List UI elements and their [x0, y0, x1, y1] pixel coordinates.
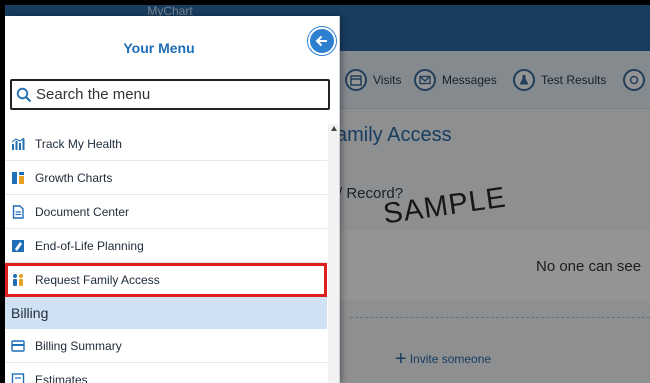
page-heading: amily Access [336, 124, 452, 146]
envelope-icon [414, 69, 436, 91]
flask-icon [513, 69, 535, 91]
growth-chart-icon [11, 171, 25, 185]
chart-icon [11, 137, 25, 151]
search-input[interactable] [36, 86, 326, 103]
menu-item-request-family-access[interactable]: Request Family Access [5, 263, 327, 297]
card-text: No one can see [536, 258, 642, 275]
nav-medications-button[interactable] [623, 65, 650, 95]
pill-icon [623, 69, 645, 91]
plus-icon: + [395, 348, 407, 370]
invite-someone-label: Invite someone [409, 352, 492, 366]
invite-someone-link[interactable]: + Invite someone [395, 348, 492, 370]
planning-icon [11, 239, 25, 253]
search-box[interactable] [10, 79, 330, 110]
menu-item-estimates[interactable]: Estimates [5, 363, 327, 383]
menu-list: Track My Health Growth Charts Document C… [5, 127, 327, 383]
menu-item-label: Estimates [35, 372, 88, 383]
close-menu-button[interactable] [308, 27, 336, 55]
menu-item-label: Billing Summary [35, 338, 122, 353]
menu-scrollbar[interactable] [328, 124, 339, 383]
arrow-left-icon [315, 35, 327, 47]
menu-item-billing-summary[interactable]: Billing Summary [5, 329, 327, 363]
search-icon [16, 87, 32, 102]
nav-test-results-button[interactable]: Test Results [513, 65, 606, 95]
billing-icon [11, 339, 25, 353]
menu-item-label: Document Center [35, 204, 130, 219]
side-menu: Your Menu Track My Health Growth Charts [5, 16, 340, 383]
menu-item-end-of-life-planning[interactable]: End-of-Life Planning [5, 229, 327, 263]
menu-item-track-my-health[interactable]: Track My Health [5, 127, 327, 161]
estimates-icon [11, 372, 25, 383]
family-icon [11, 273, 25, 287]
menu-item-label: Request Family Access [35, 272, 160, 287]
scroll-up-arrow[interactable] [331, 126, 337, 131]
content-divider [350, 317, 650, 318]
calendar-icon [345, 69, 367, 91]
nav-test-results-label: Test Results [541, 73, 607, 87]
menu-item-document-center[interactable]: Document Center [5, 195, 327, 229]
menu-item-growth-charts[interactable]: Growth Charts [5, 161, 327, 195]
document-icon [11, 204, 25, 219]
nav-messages-label: Messages [442, 73, 497, 87]
menu-item-label: End-of-Life Planning [35, 238, 144, 253]
menu-title: Your Menu [123, 40, 195, 56]
nav-visits-button[interactable]: Visits [345, 65, 401, 95]
nav-visits-label: Visits [373, 73, 402, 87]
menu-item-label: Growth Charts [35, 170, 113, 185]
menu-section-billing: Billing [5, 297, 327, 329]
menu-item-label: Track My Health [35, 136, 122, 151]
nav-messages-button[interactable]: Messages [414, 65, 497, 95]
